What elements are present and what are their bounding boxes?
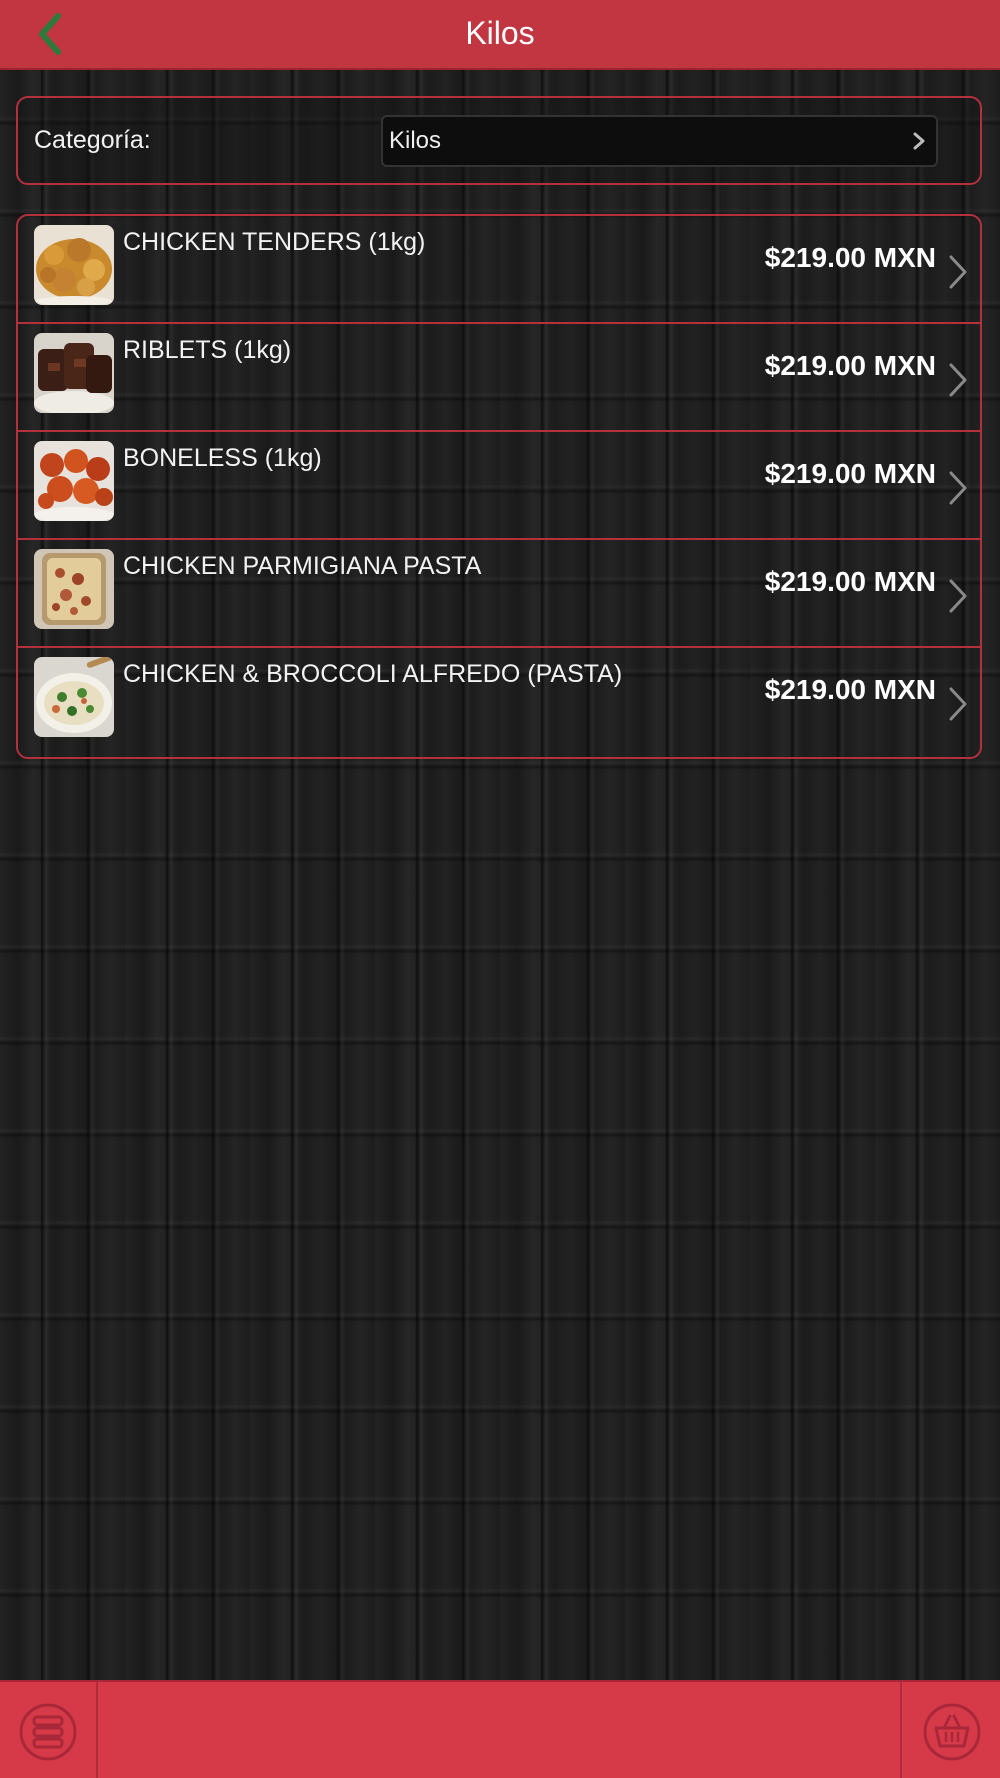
chevron-right-icon: [913, 132, 925, 150]
product-row[interactable]: BONELESS (1kg) $219.00 MXN: [18, 432, 980, 540]
chevron-right-icon: [949, 471, 967, 505]
menu-stack-icon: [19, 1703, 77, 1761]
category-label: Categoría:: [34, 126, 151, 154]
category-panel: Categoría: Kilos: [16, 96, 982, 185]
chevron-right-icon: [949, 363, 967, 397]
product-row[interactable]: CHICKEN PARMIGIANA PASTA $219.00 MXN: [18, 540, 980, 648]
product-name: CHICKEN TENDERS (1kg): [123, 228, 426, 256]
divider: [96, 1682, 98, 1778]
chicken-tenders-photo: [34, 225, 114, 305]
divider: [900, 1682, 902, 1778]
basket-icon: [923, 1703, 981, 1761]
page-title: Kilos: [465, 15, 535, 51]
alfredo-pasta-photo: [34, 657, 114, 737]
chevron-right-icon: [949, 687, 967, 721]
product-price: $219.00 MXN: [764, 566, 936, 597]
basket-button[interactable]: [922, 1702, 982, 1762]
product-row[interactable]: CHICKEN TENDERS (1kg) $219.00 MXN: [18, 216, 980, 324]
category-select[interactable]: Kilos: [381, 115, 938, 167]
menu-button[interactable]: [18, 1702, 78, 1762]
product-price: $219.00 MXN: [764, 350, 936, 381]
product-price: $219.00 MXN: [764, 458, 936, 489]
product-row[interactable]: RIBLETS (1kg) $219.00 MXN: [18, 324, 980, 432]
back-button[interactable]: [30, 10, 80, 60]
product-price: $219.00 MXN: [764, 242, 936, 273]
product-price: $219.00 MXN: [764, 674, 936, 705]
product-name: CHICKEN & BROCCOLI ALFREDO (PASTA): [123, 660, 623, 688]
parmigiana-pasta-photo: [34, 549, 114, 629]
product-name: CHICKEN PARMIGIANA PASTA: [123, 552, 482, 580]
product-name: RIBLETS (1kg): [123, 336, 292, 364]
product-row[interactable]: CHICKEN & BROCCOLI ALFREDO (PASTA) $219.…: [18, 648, 980, 756]
category-selected-value: Kilos: [389, 127, 442, 154]
top-bar: Kilos: [0, 0, 1000, 70]
product-list: CHICKEN TENDERS (1kg) $219.00 MXN RIBLET…: [16, 214, 982, 759]
product-name: BONELESS (1kg): [123, 444, 322, 472]
boneless-photo: [34, 441, 114, 521]
chevron-left-icon: [39, 13, 61, 55]
riblets-photo: [34, 333, 114, 413]
bottom-bar: [0, 1680, 1000, 1778]
chevron-right-icon: [949, 255, 967, 289]
chevron-right-icon: [949, 579, 967, 613]
